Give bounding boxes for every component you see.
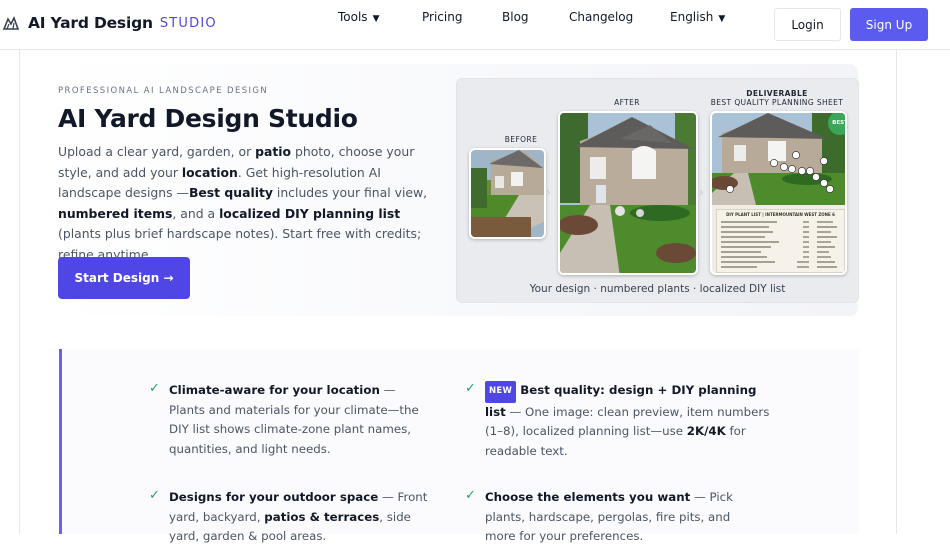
nav-blog[interactable]: Blog [502, 10, 529, 24]
page-title: AI Yard Design Studio [58, 104, 358, 133]
preview-caption: Your design · numbered plants · localize… [529, 283, 786, 295]
hero-eyebrow: PROFESSIONAL AI LANDSCAPE DESIGN [58, 86, 269, 96]
language-dropdown[interactable]: English ▼ [670, 10, 725, 24]
login-button[interactable]: Login [774, 8, 841, 41]
feature-best-quality: NEW Best quality: design + DIY planning l… [485, 381, 770, 458]
brand-suffix: STUDIO [159, 15, 217, 31]
page-border-left [19, 50, 20, 534]
sign-up-button[interactable]: Sign Up [850, 8, 928, 41]
nav-tools-dropdown[interactable]: Tools ▼ [338, 10, 379, 24]
deliverable-label: DELIVERABLE [746, 89, 808, 98]
deliverable-subtitle: BEST QUALITY PLANNING SHEET [710, 98, 844, 107]
chevron-down-icon: ▼ [718, 14, 726, 24]
deliverable-sheet: BEST DIY PLANT LIST | INTERMOUNTAIN WEST… [710, 111, 847, 275]
check-icon: ✓ [465, 488, 476, 503]
check-icon: ✓ [149, 488, 160, 503]
arrow-right-icon: › [546, 185, 551, 199]
plant-list-title: DIY PLANT LIST | INTERMOUNTAIN WEST ZONE… [726, 212, 835, 217]
new-badge: NEW [485, 381, 517, 403]
feature-climate-aware: Climate-aware for your location — Plants… [169, 383, 419, 456]
yard-logo-icon [2, 15, 20, 30]
after-label: AFTER [614, 98, 640, 107]
before-after-preview: BEFORE AFTER DELIVERABLE BEST QUALITY PL… [456, 78, 859, 303]
check-icon: ✓ [149, 381, 160, 396]
before-yard-image [471, 150, 544, 237]
chevron-down-icon: ▼ [372, 14, 380, 24]
language-label: English [670, 10, 714, 24]
feature-choose-elements: Choose the elements you want — Pick plan… [485, 490, 733, 544]
arrow-right-icon: › [699, 185, 704, 199]
feature-outdoor-spaces: Designs for your outdoor space — Front y… [169, 490, 428, 544]
after-yard-image [560, 113, 696, 273]
start-design-button[interactable]: Start Design → [58, 257, 190, 299]
numbered-markers [726, 151, 834, 193]
nav-pricing[interactable]: Pricing [422, 10, 462, 24]
before-label: BEFORE [504, 135, 538, 144]
diy-plant-list: DIY PLANT LIST | INTERMOUNTAIN WEST ZONE… [716, 209, 845, 273]
plant-list-rows [721, 221, 837, 268]
before-photo [469, 148, 546, 239]
page-border-right [896, 50, 897, 534]
brand-name: AI Yard Design [28, 14, 153, 32]
after-photo [558, 111, 698, 275]
top-nav-bar: AI Yard Design STUDIO Tools ▼ Pricing Blo… [0, 0, 950, 50]
brand-logo-link[interactable]: AI Yard Design STUDIO [2, 14, 217, 32]
nav-changelog[interactable]: Changelog [569, 10, 633, 24]
nav-tools-label: Tools [338, 10, 368, 24]
hero-description: Upload a clear yard, garden, or patio ph… [58, 144, 428, 262]
check-icon: ✓ [465, 381, 476, 396]
